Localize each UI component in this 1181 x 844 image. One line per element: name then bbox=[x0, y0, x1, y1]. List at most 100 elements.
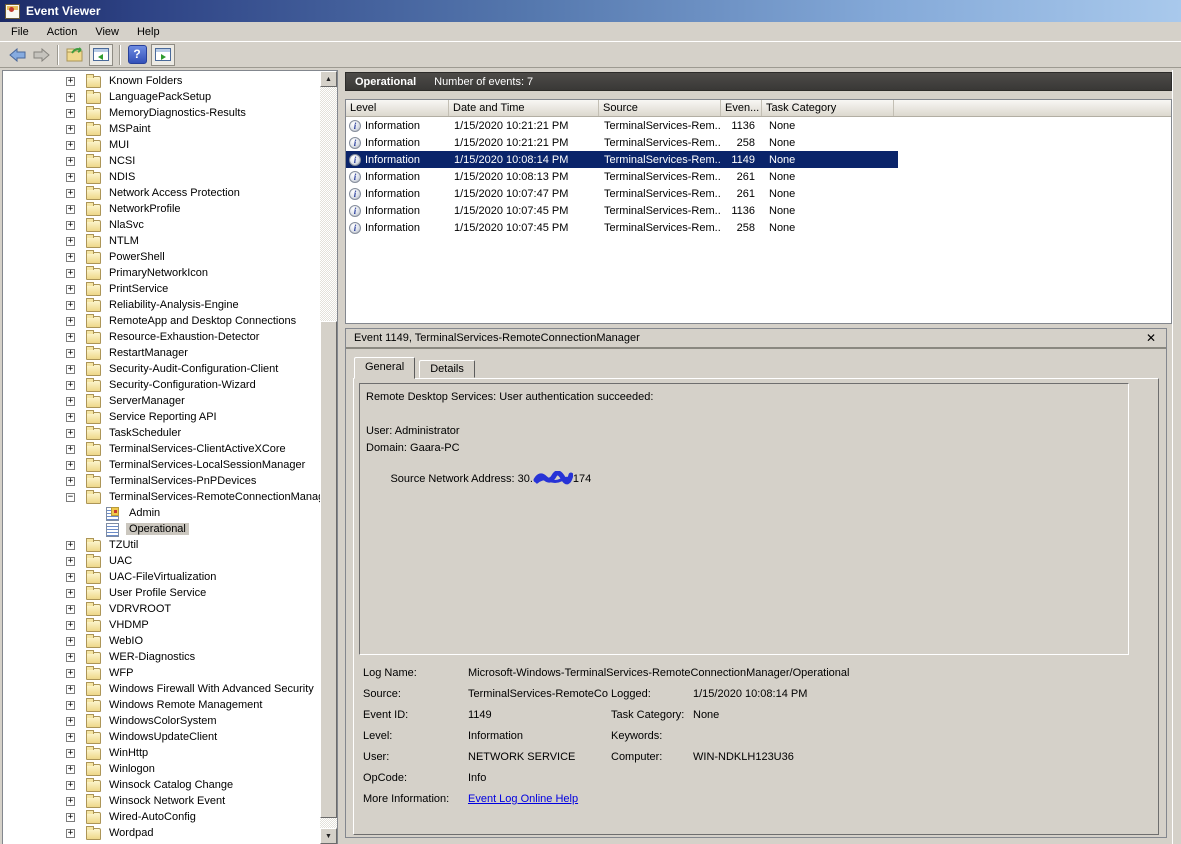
tree-item[interactable]: WindowsUpdateClient bbox=[3, 730, 320, 746]
tree-item[interactable]: UAC bbox=[3, 554, 320, 570]
tree-item[interactable]: PrimaryNetworkIcon bbox=[3, 266, 320, 282]
expand-toggle[interactable] bbox=[66, 429, 75, 438]
column-header-event-id[interactable]: Even... bbox=[721, 100, 762, 116]
tree-item[interactable]: TaskScheduler bbox=[3, 426, 320, 442]
column-header-date[interactable]: Date and Time bbox=[449, 100, 599, 116]
tree-item[interactable]: Windows Firewall With Advanced Security bbox=[3, 682, 320, 698]
event-row[interactable]: Information1/15/2020 10:08:13 PMTerminal… bbox=[346, 168, 898, 185]
tree-item[interactable]: WebIO bbox=[3, 634, 320, 650]
expand-toggle[interactable] bbox=[66, 733, 75, 742]
tree-item[interactable]: PrintService bbox=[3, 282, 320, 298]
tree-item[interactable]: Operational bbox=[3, 522, 320, 538]
expand-toggle[interactable] bbox=[66, 829, 75, 838]
tree-item[interactable]: MemoryDiagnostics-Results bbox=[3, 106, 320, 122]
expand-toggle[interactable] bbox=[66, 221, 75, 230]
expand-toggle[interactable] bbox=[66, 573, 75, 582]
tree-item[interactable]: PowerShell bbox=[3, 250, 320, 266]
tree-item[interactable]: NCSI bbox=[3, 154, 320, 170]
tree-item[interactable]: TZUtil bbox=[3, 538, 320, 554]
expand-toggle[interactable] bbox=[66, 269, 75, 278]
menu-help[interactable]: Help bbox=[128, 23, 169, 41]
expand-toggle[interactable] bbox=[66, 253, 75, 262]
expand-toggle[interactable] bbox=[66, 349, 75, 358]
tree-item[interactable]: NTLM bbox=[3, 234, 320, 250]
tree-item[interactable]: WER-Diagnostics bbox=[3, 650, 320, 666]
open-saved-log-button[interactable] bbox=[63, 44, 87, 66]
tree-item[interactable]: Windows Remote Management bbox=[3, 698, 320, 714]
expand-toggle[interactable] bbox=[66, 701, 75, 710]
tree-item[interactable]: LanguagePackSetup bbox=[3, 90, 320, 106]
expand-toggle[interactable] bbox=[66, 237, 75, 246]
expand-toggle[interactable] bbox=[66, 717, 75, 726]
expand-toggle[interactable] bbox=[66, 461, 75, 470]
tree-item[interactable]: Winlogon bbox=[3, 762, 320, 778]
expand-toggle[interactable] bbox=[66, 317, 75, 326]
tree-item[interactable]: Resource-Exhaustion-Detector bbox=[3, 330, 320, 346]
tree-item[interactable]: MSPaint bbox=[3, 122, 320, 138]
column-header-task-category[interactable]: Task Category bbox=[762, 100, 894, 116]
expand-toggle[interactable] bbox=[66, 669, 75, 678]
expand-toggle[interactable] bbox=[66, 189, 75, 198]
tree-item[interactable]: User Profile Service bbox=[3, 586, 320, 602]
expand-toggle[interactable] bbox=[66, 541, 75, 550]
expand-toggle[interactable] bbox=[66, 397, 75, 406]
column-header-source[interactable]: Source bbox=[599, 100, 721, 116]
tree-item[interactable]: VDRVROOT bbox=[3, 602, 320, 618]
event-log-online-help-link[interactable]: Event Log Online Help bbox=[468, 793, 578, 805]
expand-toggle[interactable] bbox=[66, 781, 75, 790]
tree-item[interactable]: Reliability-Analysis-Engine bbox=[3, 298, 320, 314]
expand-toggle[interactable] bbox=[66, 413, 75, 422]
tree-item[interactable]: Security-Audit-Configuration-Client bbox=[3, 362, 320, 378]
tree-item[interactable]: TerminalServices-LocalSessionManager bbox=[3, 458, 320, 474]
event-row[interactable]: Information1/15/2020 10:21:21 PMTerminal… bbox=[346, 117, 898, 134]
menu-view[interactable]: View bbox=[86, 23, 128, 41]
show-console-tree-button[interactable] bbox=[89, 44, 113, 66]
tree-item[interactable]: Security-Configuration-Wizard bbox=[3, 378, 320, 394]
expand-toggle[interactable] bbox=[66, 797, 75, 806]
expand-toggle[interactable] bbox=[66, 557, 75, 566]
expand-toggle[interactable] bbox=[66, 637, 75, 646]
tree-item[interactable]: WFP bbox=[3, 666, 320, 682]
scroll-up-icon[interactable] bbox=[320, 71, 337, 87]
expand-toggle[interactable] bbox=[66, 93, 75, 102]
expand-toggle[interactable] bbox=[66, 749, 75, 758]
expand-toggle[interactable] bbox=[66, 813, 75, 822]
tree-item[interactable]: Winsock Catalog Change bbox=[3, 778, 320, 794]
expand-toggle[interactable] bbox=[66, 605, 75, 614]
expand-toggle[interactable] bbox=[66, 285, 75, 294]
expand-toggle[interactable] bbox=[66, 365, 75, 374]
expand-toggle[interactable] bbox=[66, 141, 75, 150]
expand-toggle[interactable] bbox=[66, 125, 75, 134]
tree-item[interactable]: Service Reporting API bbox=[3, 410, 320, 426]
tab-general[interactable]: General bbox=[354, 357, 415, 379]
tree-item[interactable]: ServerManager bbox=[3, 394, 320, 410]
tree-item[interactable]: VHDMP bbox=[3, 618, 320, 634]
tree-item[interactable]: TerminalServices-PnPDevices bbox=[3, 474, 320, 490]
expand-toggle[interactable] bbox=[66, 621, 75, 630]
tree-item[interactable]: TerminalServices-RemoteConnectionManager bbox=[3, 490, 320, 506]
scroll-down-icon[interactable] bbox=[320, 828, 337, 844]
expand-toggle[interactable] bbox=[66, 445, 75, 454]
expand-toggle[interactable] bbox=[66, 173, 75, 182]
tree-item[interactable]: MUI bbox=[3, 138, 320, 154]
tree-item[interactable]: Wired-AutoConfig bbox=[3, 810, 320, 826]
expand-toggle[interactable] bbox=[66, 157, 75, 166]
expand-toggle[interactable] bbox=[66, 685, 75, 694]
tab-details[interactable]: Details bbox=[419, 360, 475, 378]
event-row[interactable]: Information1/15/2020 10:21:21 PMTerminal… bbox=[346, 134, 898, 151]
tree-item[interactable]: Wordpad bbox=[3, 826, 320, 842]
expand-toggle[interactable] bbox=[66, 109, 75, 118]
menu-action[interactable]: Action bbox=[38, 23, 87, 41]
event-row[interactable]: Information1/15/2020 10:07:45 PMTerminal… bbox=[346, 202, 898, 219]
expand-toggle[interactable] bbox=[66, 765, 75, 774]
tree-item[interactable]: Known Folders bbox=[3, 74, 320, 90]
tree-item[interactable]: WinHttp bbox=[3, 746, 320, 762]
event-row[interactable]: Information1/15/2020 10:08:14 PMTerminal… bbox=[346, 151, 898, 168]
expand-toggle[interactable] bbox=[66, 333, 75, 342]
back-button[interactable] bbox=[5, 44, 29, 66]
expand-toggle[interactable] bbox=[66, 77, 75, 86]
tree-item[interactable]: Winsock Network Event bbox=[3, 794, 320, 810]
help-button[interactable]: ? bbox=[125, 44, 149, 66]
tree-item[interactable]: NetworkProfile bbox=[3, 202, 320, 218]
expand-toggle[interactable] bbox=[66, 301, 75, 310]
